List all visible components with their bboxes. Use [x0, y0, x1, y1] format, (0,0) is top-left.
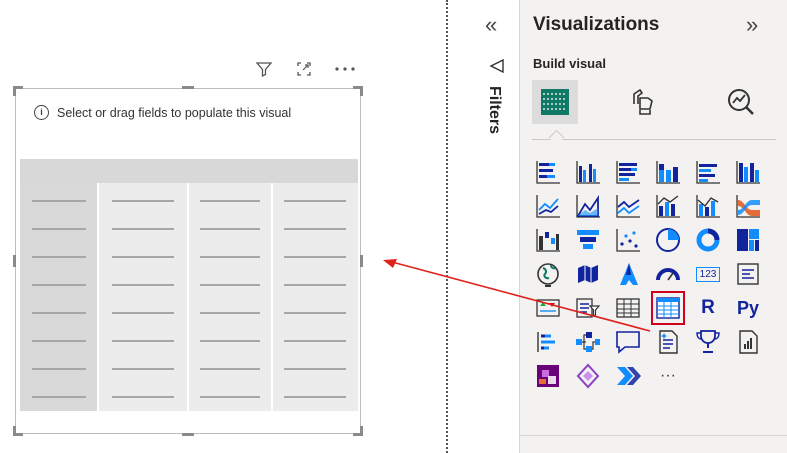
table-icon[interactable]: [612, 292, 644, 324]
more-visuals-button[interactable]: ···: [652, 360, 684, 392]
filled-map-icon[interactable]: [572, 258, 604, 290]
clustered-bar-chart-icon[interactable]: [572, 156, 604, 188]
card-text: 123: [695, 266, 721, 282]
stacked-area-chart-icon[interactable]: [612, 190, 644, 222]
pane-divider: [446, 0, 448, 453]
hint-text: Select or drag fields to populate this v…: [57, 105, 292, 120]
build-visual-label: Build visual: [533, 56, 606, 71]
card-icon[interactable]: 123: [692, 258, 724, 290]
decomposition-tree-icon[interactable]: [572, 326, 604, 358]
power-apps-icon[interactable]: [532, 360, 564, 392]
map-icon[interactable]: [532, 258, 564, 290]
table-header-row: [20, 159, 358, 183]
r-text: R: [701, 297, 715, 318]
r-visual-icon[interactable]: R: [692, 292, 724, 324]
python-visual-icon[interactable]: Py: [732, 292, 764, 324]
key-influencers-icon[interactable]: [532, 326, 564, 358]
table-first-column: [20, 183, 98, 411]
treemap-icon[interactable]: [732, 224, 764, 256]
100-stacked-column-chart-icon[interactable]: [732, 156, 764, 188]
format-visual-icon: [633, 88, 653, 115]
more-options-icon[interactable]: [332, 57, 358, 81]
expand-pane-icon[interactable]: »: [746, 14, 758, 36]
resize-handle[interactable]: [13, 86, 16, 96]
waterfall-chart-icon[interactable]: [532, 224, 564, 256]
visualizations-title: Visualizations: [533, 14, 660, 35]
resize-handle[interactable]: [360, 86, 363, 96]
empty-visual-hint: i Select or drag fields to populate this…: [34, 105, 291, 120]
clustered-column-chart-icon[interactable]: [692, 156, 724, 188]
smart-narrative-icon[interactable]: [652, 326, 684, 358]
resize-handle[interactable]: [360, 426, 363, 436]
metrics-icon[interactable]: [692, 326, 724, 358]
filter-pane-icon: [489, 58, 505, 79]
line-stacked-column-chart-icon[interactable]: [652, 190, 684, 222]
resize-handle[interactable]: [360, 255, 363, 267]
format-visual-tab[interactable]: [620, 80, 666, 124]
build-visual-tab[interactable]: [532, 80, 578, 124]
table-skeleton: [20, 159, 358, 411]
resize-handle[interactable]: [13, 426, 16, 436]
slicer-icon[interactable]: [572, 292, 604, 324]
power-automate-icon[interactable]: [572, 360, 604, 392]
gauge-icon[interactable]: [652, 258, 684, 290]
qa-icon[interactable]: [612, 326, 644, 358]
py-text: Py: [736, 297, 760, 318]
analytics-tab[interactable]: [718, 80, 764, 124]
resize-handle[interactable]: [13, 255, 16, 267]
pie-chart-icon[interactable]: [652, 224, 684, 256]
filters-label[interactable]: Filters: [485, 86, 503, 134]
focus-mode-icon[interactable]: [292, 57, 316, 81]
resize-handle[interactable]: [182, 86, 194, 89]
more-visuals-icon[interactable]: [612, 360, 644, 392]
kpi-icon[interactable]: [532, 292, 564, 324]
report-canvas[interactable]: i Select or drag fields to populate this…: [0, 0, 446, 453]
100-stacked-bar-chart-icon[interactable]: [612, 156, 644, 188]
line-clustered-column-chart-icon[interactable]: [692, 190, 724, 222]
ribbon-chart-icon[interactable]: [732, 190, 764, 222]
filters-pane-collapsed[interactable]: « Filters: [449, 0, 519, 453]
line-chart-icon[interactable]: [532, 190, 564, 222]
build-visual-icon: [541, 89, 569, 115]
scatter-chart-icon[interactable]: [612, 224, 644, 256]
matrix-icon[interactable]: [651, 291, 685, 325]
stacked-bar-chart-icon[interactable]: [532, 156, 564, 188]
azure-map-icon[interactable]: [612, 258, 644, 290]
visualizations-pane: Visualizations » Build visual 123 R Py ···: [519, 0, 787, 453]
resize-handle[interactable]: [182, 433, 194, 436]
table-visual-placeholder[interactable]: i Select or drag fields to populate this…: [13, 86, 363, 436]
donut-chart-icon[interactable]: [692, 224, 724, 256]
info-icon: i: [34, 105, 49, 120]
collapse-filters-icon[interactable]: «: [485, 14, 497, 36]
paginated-report-icon[interactable]: [732, 326, 764, 358]
funnel-chart-icon[interactable]: [572, 224, 604, 256]
stacked-column-chart-icon[interactable]: [652, 156, 684, 188]
multi-row-card-icon[interactable]: [732, 258, 764, 290]
filter-icon[interactable]: [252, 57, 276, 81]
area-chart-icon[interactable]: [572, 190, 604, 222]
analytics-icon: [728, 89, 754, 115]
